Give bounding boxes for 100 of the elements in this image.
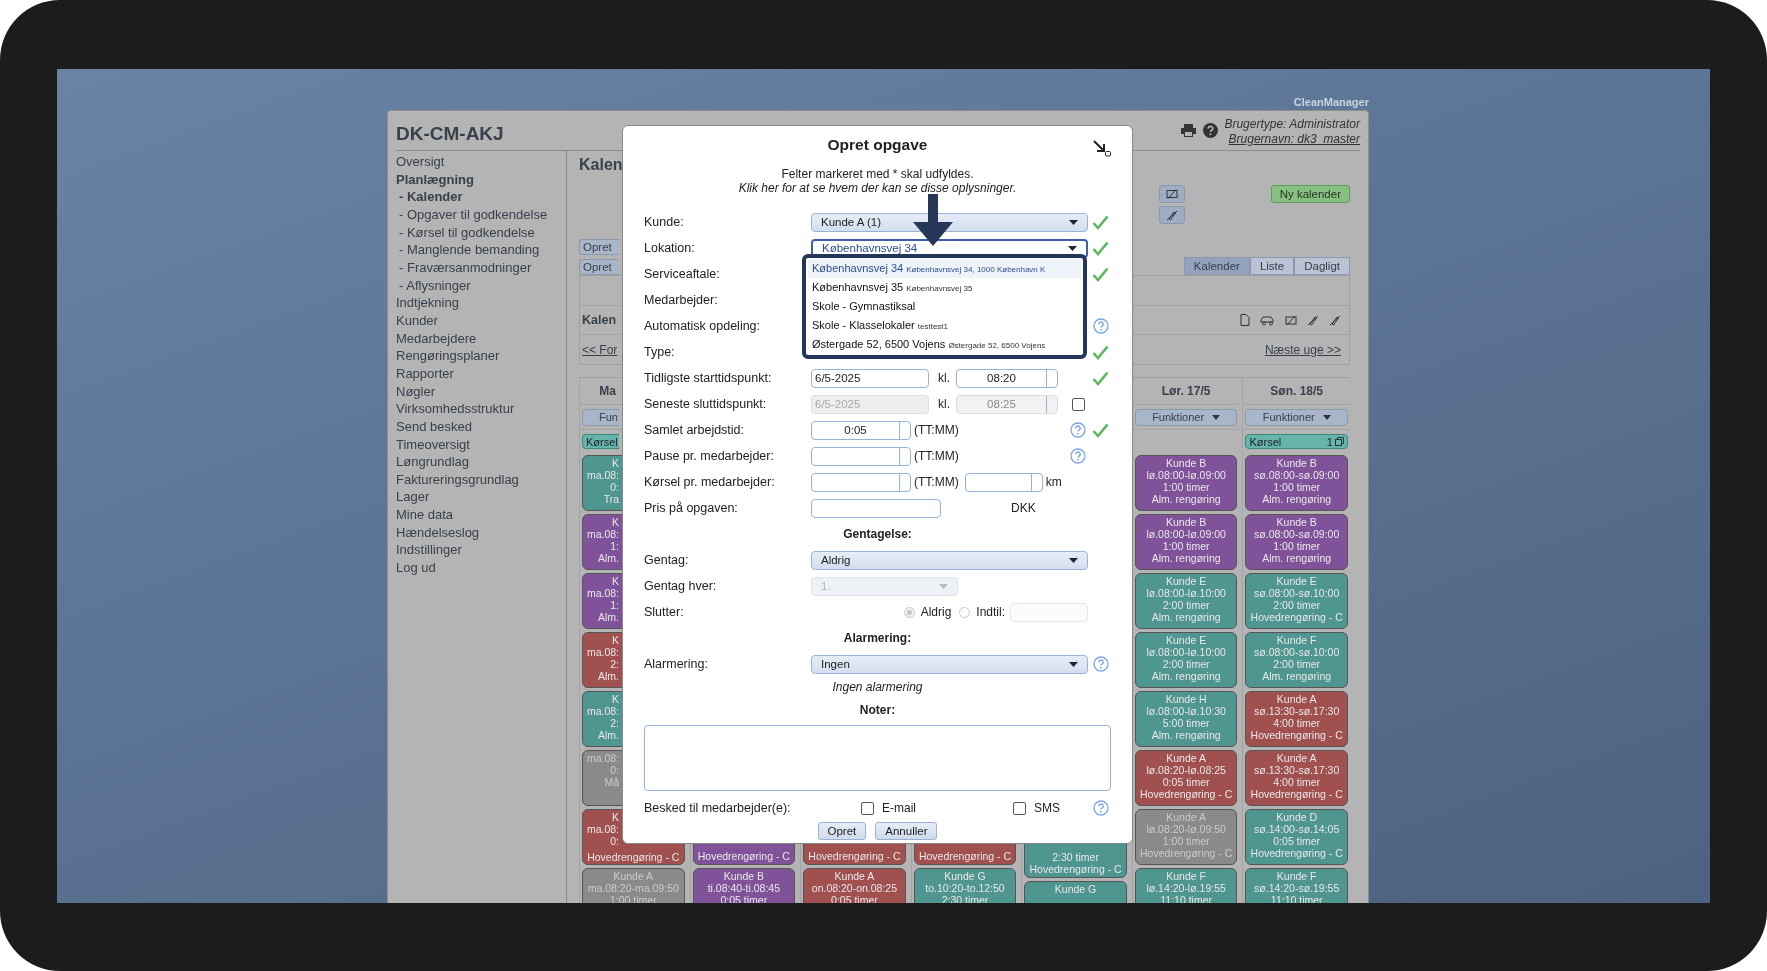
task-text: lø.08:00-lø.09:00 [1146, 469, 1226, 481]
day-header: Søn. 18/5 [1270, 384, 1324, 398]
field-label: Kørsel pr. medarbejder: [644, 475, 776, 489]
task-text: Hovedrengøring - C [1140, 847, 1233, 859]
field-label: Gentag hver: [644, 579, 718, 593]
task-text: Kunde A [1276, 693, 1317, 705]
task-text: Kunde A [1276, 752, 1317, 764]
task-text: 1:00 timer [1162, 540, 1210, 552]
task-text: K [611, 457, 619, 469]
task-text: sø.08:00-sø.09:00 [1254, 469, 1340, 481]
field-label: Automatisk opdeling: [644, 319, 762, 333]
driving-label: Kørsel [586, 435, 618, 448]
task-text: ma.08: [585, 528, 619, 540]
task-text: 4:00 timer [1273, 717, 1321, 729]
task-text: Alm. rengøring [1262, 493, 1332, 505]
task-text: lø.14:20-lø.19:55 [1146, 882, 1226, 894]
task-text: 1: [609, 599, 619, 611]
task-text: Kunde A [834, 870, 875, 882]
task-text: Alm. [597, 611, 619, 623]
task-text: Kunde F [1166, 870, 1206, 882]
driving-label: Kørsel [1249, 435, 1282, 448]
field-label: Slutter: [644, 605, 685, 619]
task-text: on.08:20-on.08:25 [811, 882, 898, 894]
time-prefix: kl. [938, 371, 950, 385]
task-text: sø.13:30-sø.17:30 [1254, 764, 1340, 776]
field-label: Besked til medarbejder(e): [644, 801, 792, 815]
task-text: K [611, 516, 619, 528]
task-text: 1:00 timer [1162, 481, 1210, 493]
task-text: Må [603, 776, 619, 788]
task-text: Alm. rengøring [1151, 493, 1221, 505]
task-text: Kunde A [613, 870, 654, 882]
task-text: Kunde F [1276, 634, 1317, 646]
task-text: Kunde G [944, 870, 986, 882]
checkbox-label: E-mail [882, 801, 916, 815]
task-text: Hovedrengøring - C [1250, 847, 1343, 859]
field-label: Seneste sluttidspunkt: [644, 397, 768, 411]
task-text: Hovedrengøring - C [808, 850, 901, 862]
task-text: Alm. rengøring [1151, 611, 1221, 623]
task-text: Kunde B [1166, 457, 1207, 469]
task-text: Hovedrengøring - C [1029, 863, 1122, 875]
task-text: Hovedrengøring - C [1140, 788, 1233, 800]
section-heading: Gentagelse: [842, 526, 913, 543]
dialog-title: Opret opgave [827, 136, 928, 154]
task-text: 2:30 timer [1052, 851, 1099, 863]
task-text: lø.08:00-lø.10:00 [1146, 587, 1226, 599]
field-label: Serviceaftale: [644, 267, 721, 281]
task-text: Alm. [597, 729, 619, 741]
task-text: 0:05 timer [1273, 835, 1321, 847]
task-text: ma.08: [585, 469, 619, 481]
field-label: Pris på opgaven: [644, 501, 739, 515]
brand-label: CleanManager [1292, 95, 1369, 110]
task-text: 1:00 timer [1162, 835, 1210, 847]
task-text: 2:00 timer [1273, 658, 1321, 670]
calendar-label: Kalen [582, 313, 617, 327]
task-text: 1:00 timer [1273, 481, 1321, 493]
task-text: Hovedrengøring - C [1250, 611, 1343, 623]
task-text: K [611, 634, 619, 646]
task-text: sø.14:00-sø.14:05 [1254, 823, 1340, 835]
task-text: Hovedrengøring - C [918, 850, 1012, 862]
unit-label: km [1045, 475, 1062, 489]
task-text: 2: [609, 658, 619, 670]
task-text: Alm. rengøring [1262, 670, 1332, 682]
task-text: 0: [609, 835, 619, 847]
task-text: to.10:20-to.12:50 [925, 882, 1005, 894]
task-text: 1: [609, 540, 619, 552]
task-text: 0: [609, 481, 619, 493]
section-heading: Alarmering: [842, 630, 913, 647]
task-text: Kunde G [1054, 883, 1097, 895]
task-text: 2: [609, 717, 619, 729]
unit-label: (TT:MM) [914, 423, 959, 437]
task-text: Alm. rengøring [1151, 670, 1221, 682]
user-type: Brugertype: Administrator [1224, 116, 1360, 132]
task-text: sø.14:20-sø.19:55 [1254, 882, 1340, 894]
field-label: Pause pr. medarbejder: [644, 449, 775, 463]
task-text: Kunde B [1276, 457, 1317, 469]
required-note: Felter markeret med * skal udfyldes. [780, 167, 975, 181]
task-text: ma.08: [585, 752, 619, 764]
section-heading: Noter: [858, 702, 897, 719]
task-text: Kunde B [1166, 516, 1207, 528]
task-text: ma.08:20-ma.09:50 [587, 882, 679, 894]
task-text: ma.08: [585, 823, 619, 835]
field-label: Alarmering: [644, 657, 709, 671]
task-text: sø.08:00-sø.10:00 [1254, 587, 1340, 599]
task-text: Kunde H [1165, 693, 1207, 705]
task-text: 1:00 timer [1273, 540, 1321, 552]
day-header: Ma [598, 384, 616, 398]
task-text: 0:05 timer [1162, 776, 1210, 788]
task-text: Hovedrengøring - C [587, 851, 680, 863]
task-text: Hovedrengøring - C [1250, 729, 1343, 741]
field-label: Type: [644, 345, 676, 359]
task-text: Kunde B [1276, 516, 1317, 528]
task-text: Alm. rengøring [1151, 552, 1221, 564]
task-text: Alm. [597, 670, 619, 682]
task-text: 0: [609, 764, 619, 776]
radio-label: Aldrig [920, 605, 952, 619]
task-text: 2:00 timer [1162, 599, 1210, 611]
task-text: lø.08:00-lø.10:30 [1146, 705, 1226, 717]
field-label: Tidligste starttidspunkt: [644, 371, 773, 385]
task-text: sø.08:00-sø.10:00 [1254, 646, 1340, 658]
task-text: sø.08:00-sø.09:00 [1254, 528, 1340, 540]
